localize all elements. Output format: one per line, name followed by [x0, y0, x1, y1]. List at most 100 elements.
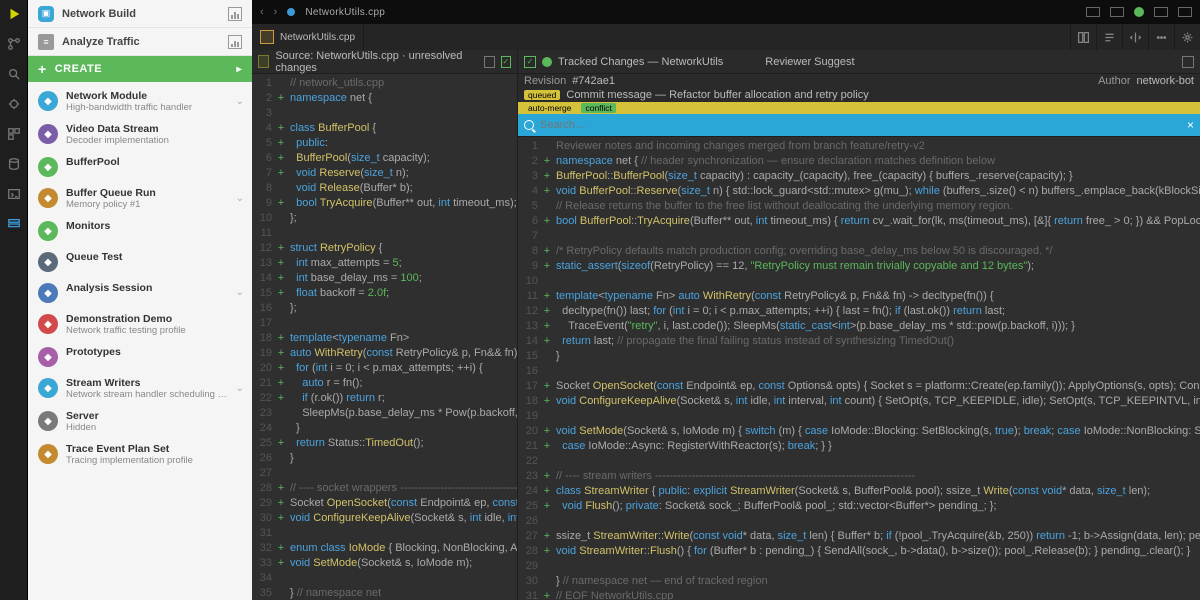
line-number: 29 [522, 559, 538, 574]
line-number: 10 [522, 274, 538, 289]
split-editor-icon[interactable] [1070, 24, 1096, 50]
code-line: class BufferPool { [290, 121, 517, 136]
code-line: void StreamWriter::Flush() { for (Buffer… [556, 544, 1200, 559]
sync-status-icon [1134, 7, 1144, 17]
sidebar-item-title: Prototypes [66, 346, 244, 358]
sidebar-item[interactable]: ◆Trace Event Plan SetTracing implementat… [28, 439, 252, 472]
popout-icon[interactable] [1182, 56, 1194, 68]
code-line: for (int i = 0; i < p.max_attempts; ++i)… [290, 361, 517, 376]
cube-icon: ▣ [38, 6, 54, 22]
run-icon[interactable] [6, 6, 22, 22]
create-button[interactable]: + CREATE [28, 56, 252, 82]
sidebar-header-analyze[interactable]: ≡ Analyze Traffic [28, 28, 252, 56]
diff-marker: + [276, 496, 286, 511]
line-number: 26 [522, 514, 538, 529]
line-number: 24 [256, 421, 272, 436]
create-label: CREATE [55, 63, 102, 75]
check-icon[interactable]: ✓ [501, 56, 511, 68]
chart-icon[interactable] [228, 35, 242, 49]
sidebar-header-build[interactable]: ▣ Network Build [28, 0, 252, 28]
forward-icon[interactable]: › [274, 6, 278, 18]
sidebar-item[interactable]: ◆BufferPool [28, 152, 252, 183]
database-icon[interactable] [6, 156, 22, 172]
sidebar-item[interactable]: ◆Demonstration DemoNetwork traffic testi… [28, 309, 252, 342]
extensions-icon[interactable] [6, 126, 22, 142]
sidebar-item-subtitle: Decoder implementation [66, 135, 244, 146]
check-icon[interactable]: ✓ [524, 56, 536, 68]
code-line: } // namespace net — end of tracked regi… [556, 574, 1200, 589]
line-number: 22 [256, 391, 272, 406]
line-number: 29 [256, 496, 272, 511]
terminal-icon[interactable] [6, 186, 22, 202]
sidebar-item[interactable]: ◆Buffer Queue RunMemory policy #1⌄ [28, 183, 252, 216]
layout-icon[interactable] [1086, 7, 1100, 17]
tab-active[interactable]: NetworkUtils.cpp [252, 24, 364, 50]
list-icon: ≡ [38, 34, 54, 50]
diff-marker: + [542, 304, 552, 319]
line-number: 5 [522, 199, 538, 214]
chevron-down-icon[interactable]: ⌄ [236, 383, 244, 394]
line-number: 10 [256, 211, 272, 226]
tag-pill[interactable]: queued [524, 90, 560, 100]
sidebar-item[interactable]: ◆Monitors [28, 216, 252, 247]
chevron-down-icon[interactable]: ⌄ [236, 287, 244, 298]
back-icon[interactable]: ‹ [260, 6, 264, 18]
diff-marker: + [276, 511, 286, 526]
sidebar-item-title: Server [66, 410, 244, 422]
sidebar-item[interactable]: ◆ServerHidden [28, 406, 252, 439]
line-number: 13 [256, 256, 272, 271]
diff-marker: + [542, 154, 552, 169]
code-line: return Status::TimedOut(); [290, 436, 517, 451]
code-line: } [290, 421, 517, 436]
line-number: 25 [522, 499, 538, 514]
diff-marker: + [542, 529, 552, 544]
module-icon: ◆ [38, 221, 58, 241]
more-icon[interactable] [1148, 24, 1174, 50]
search-icon[interactable] [6, 66, 22, 82]
chevron-down-icon[interactable]: ⌄ [236, 96, 244, 107]
tag-pill[interactable]: conflict [581, 103, 615, 113]
layout-icon[interactable] [1110, 7, 1124, 17]
minimize-icon[interactable] [1154, 7, 1168, 17]
chevron-down-icon[interactable]: ⌄ [236, 193, 244, 204]
code-line: auto r = fn(); [290, 376, 517, 391]
line-number: 32 [256, 541, 272, 556]
line-number: 34 [256, 571, 272, 586]
diff-marker: + [276, 91, 286, 106]
code-editor-left[interactable]: 1// network_utils.cpp2+namespace net {34… [252, 74, 517, 600]
maximize-icon[interactable] [1178, 7, 1192, 17]
sidebar-item[interactable]: ◆Queue Test [28, 247, 252, 278]
code-line: if (r.ok()) return r; [290, 391, 517, 406]
sidebar-item[interactable]: ◆Stream WritersNetwork stream handler sc… [28, 373, 252, 406]
diff-icon[interactable] [1096, 24, 1122, 50]
sidebar-item[interactable]: ◆Network ModuleHigh-bandwidth traffic ha… [28, 86, 252, 119]
title-bar: ‹ › NetworkUtils.cpp [252, 0, 1200, 24]
line-number: 22 [522, 454, 538, 469]
settings-icon[interactable] [1174, 24, 1200, 50]
code-line: void SetMode(Socket& s, IoMode m) { swit… [556, 424, 1200, 439]
debug-icon[interactable] [6, 96, 22, 112]
code-line: void Release(Buffer* b); [290, 181, 517, 196]
module-icon: ◆ [38, 124, 58, 144]
branch-icon[interactable] [6, 36, 22, 52]
sidebar-item[interactable]: ◆Analysis Session⌄ [28, 278, 252, 309]
line-number: 12 [256, 241, 272, 256]
tasks-icon[interactable] [6, 216, 22, 232]
code-line: return last; // propagate the final fail… [556, 334, 1200, 349]
sidebar-item[interactable]: ◆Prototypes [28, 342, 252, 373]
pane-subtitle: Reviewer Suggest [765, 56, 854, 68]
code-line: bool BufferPool::TryAcquire(Buffer** out… [556, 214, 1200, 229]
popout-icon[interactable] [484, 56, 494, 68]
chart-icon[interactable] [228, 7, 242, 21]
sidebar-item[interactable]: ◆Video Data StreamDecoder implementation [28, 119, 252, 152]
diff-marker: + [276, 541, 286, 556]
search-input[interactable] [540, 119, 1181, 131]
code-editor-right[interactable]: 1Reviewer notes and incoming changes mer… [518, 137, 1200, 600]
close-icon[interactable]: × [1187, 118, 1194, 132]
sidebar-item-title: Buffer Queue Run [66, 187, 228, 199]
compare-icon[interactable] [1122, 24, 1148, 50]
tag-pill[interactable]: auto-merge [524, 103, 575, 113]
line-number: 19 [522, 409, 538, 424]
line-number: 21 [256, 376, 272, 391]
code-line: decltype(fn()) last; for (int i = 0; i <… [556, 304, 1200, 319]
